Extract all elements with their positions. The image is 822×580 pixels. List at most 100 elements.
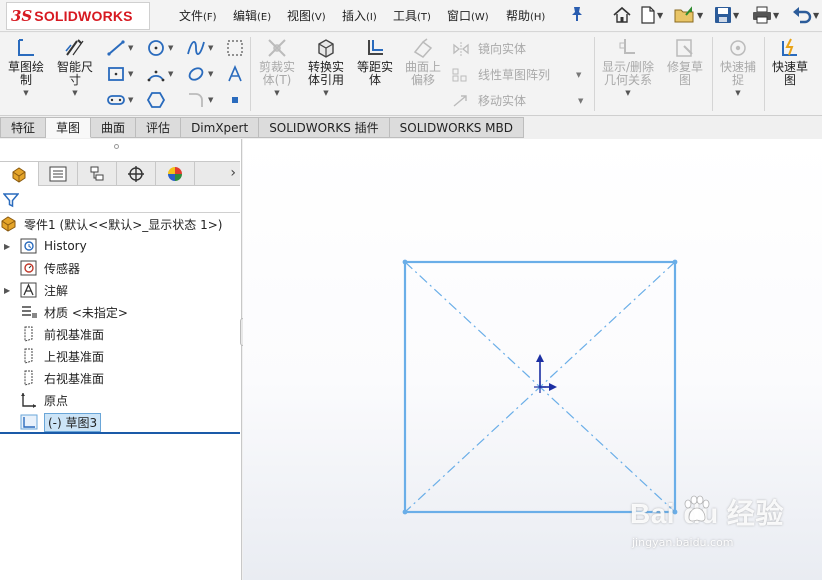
tab-dimxpert[interactable]: DimXpert (181, 117, 260, 138)
pin-menu-icon[interactable] (570, 6, 584, 26)
smart-dimension-icon (65, 39, 84, 56)
offset-on-surface-button[interactable]: 曲面上 偏移 (400, 37, 446, 87)
new-document-icon[interactable]: ▼ (640, 4, 663, 26)
fillet-tool[interactable]: ▼ (186, 91, 213, 109)
linear-pattern-button[interactable]: 线性草图阵列 ▼ (452, 66, 581, 83)
home-icon[interactable] (612, 4, 632, 26)
construction-geometry-tool[interactable] (226, 39, 244, 57)
spline-tool[interactable]: ▼ (186, 39, 213, 57)
sketch-point[interactable] (672, 259, 678, 265)
brand-name: SOLIDWORKS (34, 8, 133, 24)
tree-item-material[interactable]: 材质 <未指定> (4, 302, 128, 322)
menu-view[interactable]: 视图(V) (287, 7, 326, 24)
slot-icon (107, 95, 125, 105)
ribbon-separator (250, 37, 251, 111)
tree-item-front-plane[interactable]: 前视基准面 (4, 324, 104, 344)
ellipse-icon (188, 67, 204, 81)
tab-solidworks-mbd[interactable]: SOLIDWORKS MBD (389, 117, 524, 138)
tab-surfaces[interactable]: 曲面 (91, 117, 137, 138)
menu-help[interactable]: 帮助(H) (506, 7, 545, 24)
expand-arrow-icon[interactable]: ▶ (4, 286, 10, 295)
rapid-sketch-icon (782, 38, 797, 56)
smart-dimension-button[interactable]: 智能尺 寸 ▼ (52, 37, 98, 97)
dimxpert-manager-tab[interactable] (117, 162, 156, 186)
tree-root-label: 零件1 (默认<<默认>_显示状态 1>) (24, 217, 223, 232)
tree-item-origin[interactable]: 原点 (4, 390, 68, 410)
rollback-bar[interactable] (0, 432, 240, 434)
mirror-entities-button[interactable]: 镜向实体 (452, 40, 526, 57)
slot-tool[interactable]: ▼ (106, 91, 133, 109)
relations-icon (619, 39, 635, 54)
linear-pattern-icon (452, 68, 467, 81)
tree-item-right-plane[interactable]: 右视基准面 (4, 368, 104, 388)
tree-item-label: 传感器 (44, 261, 81, 276)
tree-item-history[interactable]: ▶ History (4, 236, 87, 256)
mirror-icon (453, 41, 469, 56)
offset-surface-icon (413, 38, 433, 58)
tree-item-label: (-) 草图3 (44, 412, 102, 432)
display-manager-tab[interactable] (156, 162, 195, 186)
convert-entities-button[interactable]: 转换实 体引用 ▼ (302, 37, 350, 97)
tree-item-top-plane[interactable]: 上视基准面 (4, 346, 104, 366)
menu-insert[interactable]: 插入(I) (342, 7, 377, 24)
undo-icon[interactable]: ▼ (792, 4, 819, 26)
repair-sketch-button[interactable]: 修复草 图 (663, 37, 707, 87)
tree-item-label: 右视基准面 (44, 371, 105, 386)
tab-sketch[interactable]: 草图 (46, 117, 92, 138)
tab-features[interactable]: 特征 (0, 117, 47, 138)
tree-item-label: 注解 (44, 283, 69, 298)
panel-grip-handle[interactable] (114, 144, 119, 149)
point-tool[interactable] (230, 95, 240, 105)
menu-tools[interactable]: 工具(T) (393, 7, 431, 24)
trim-entities-button[interactable]: 剪裁实 体(T) ▼ (254, 37, 300, 97)
feature-manager-tab[interactable] (0, 162, 39, 186)
rapid-sketch-button[interactable]: 快速草 图 (767, 37, 813, 87)
open-folder-icon[interactable]: ▼ (674, 4, 703, 26)
tree-item-annotations[interactable]: ▶ 注解 (4, 280, 68, 300)
panel-tabs-more-chevron-icon[interactable]: › (230, 165, 236, 181)
sketch-button[interactable]: 草图绘 制 ▼ (4, 37, 48, 97)
ribbon-separator (594, 37, 595, 111)
quick-snaps-button[interactable]: 快速捕 捉 ▼ (715, 37, 761, 97)
save-icon[interactable]: ▼ (714, 4, 739, 26)
sketch-origin-icon[interactable] (534, 354, 557, 393)
line-tool[interactable]: ▼ (106, 39, 133, 57)
tree-item-sketch3[interactable]: (-) 草图3 (4, 412, 102, 432)
ribbon-separator (764, 37, 765, 111)
filter-icon[interactable] (3, 192, 19, 208)
tree-root-part[interactable]: 零件1 (默认<<默认>_显示状态 1>) (0, 214, 222, 234)
ellipse-tool[interactable]: ▼ (186, 65, 213, 83)
sketch-fillet-icon (189, 93, 203, 107)
material-icon (22, 306, 37, 318)
arc-tool[interactable]: ▼ (146, 65, 173, 83)
print-icon[interactable]: ▼ (752, 4, 779, 26)
offset-entities-button[interactable]: 等距实 体 (352, 37, 398, 87)
crosshair-icon (128, 166, 144, 182)
solidworks-logo[interactable]: 3S SOLIDWORKS (6, 2, 150, 30)
tab-solidworks-addins[interactable]: SOLIDWORKS 插件 (259, 117, 390, 138)
polygon-tool[interactable] (146, 91, 166, 109)
tree-filter-bar[interactable] (0, 187, 240, 213)
plane-icon (24, 326, 33, 342)
menu-window[interactable]: 窗口(W) (447, 7, 489, 24)
tree-item-label: 材质 <未指定> (44, 305, 128, 320)
rectangle-tool[interactable]: ▼ (106, 65, 133, 83)
menu-file[interactable]: 文件(F) (179, 7, 217, 24)
property-manager-tab[interactable] (39, 162, 78, 186)
tab-evaluate[interactable]: 评估 (136, 117, 182, 138)
sketch-point[interactable] (402, 509, 408, 515)
tree-item-sensors[interactable]: 传感器 (4, 258, 80, 278)
circle-tool[interactable]: ▼ (146, 39, 173, 57)
move-icon (453, 94, 467, 107)
configuration-manager-tab[interactable] (78, 162, 117, 186)
title-bar: 3S SOLIDWORKS 文件(F) 编辑(E) 视图(V) 插入(I) 工具… (0, 0, 822, 32)
line-icon (107, 40, 125, 56)
text-tool[interactable] (226, 65, 244, 83)
ds-logo-mark: 3S (11, 7, 33, 25)
watermark-url: jingyan.baidu.com (632, 536, 734, 549)
sketch-point[interactable] (402, 259, 408, 265)
menu-edit[interactable]: 编辑(E) (233, 7, 271, 24)
move-entities-button[interactable]: 移动实体 ▼ (452, 92, 583, 109)
expand-arrow-icon[interactable]: ▶ (4, 242, 10, 251)
display-delete-relations-button[interactable]: 显示/删除 几何关系 ▼ (597, 37, 659, 97)
